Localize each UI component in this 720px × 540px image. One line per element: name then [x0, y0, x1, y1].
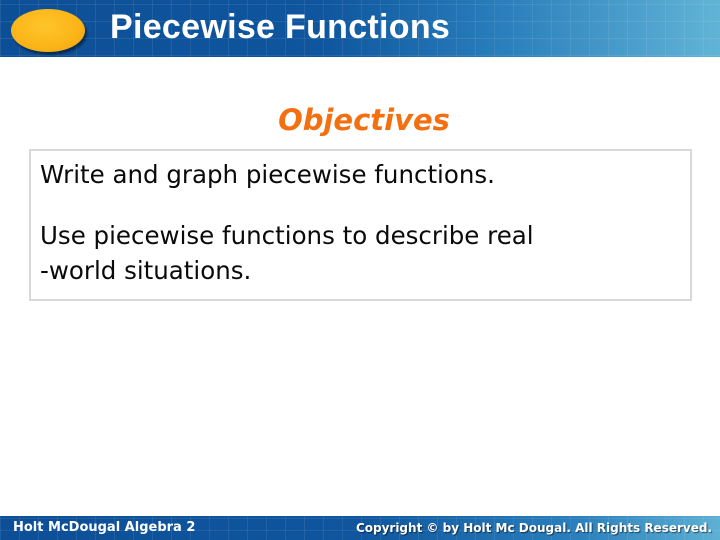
slide-header: Piecewise Functions [0, 0, 720, 57]
copyright-notice: Copyright © by Holt Mc Dougal. All Right… [355, 521, 712, 535]
objective-line: Use piecewise functions to describe real [40, 221, 534, 250]
objectives-heading: Objectives [278, 103, 450, 137]
orange-oval-logo-icon [11, 9, 85, 52]
slide-footer: Holt McDougal Algebra 2 Copyright © by H… [0, 516, 720, 540]
book-title: Holt McDougal Algebra 2 [13, 520, 196, 535]
objective-line: -world situations. [40, 256, 252, 285]
objective-item: Write and graph piecewise functions. [40, 160, 495, 189]
objectives-box: Write and graph piecewise functions. Use… [29, 149, 692, 301]
slide-title: Piecewise Functions [110, 8, 451, 46]
objective-item: Use piecewise functions to describe real… [40, 218, 534, 288]
